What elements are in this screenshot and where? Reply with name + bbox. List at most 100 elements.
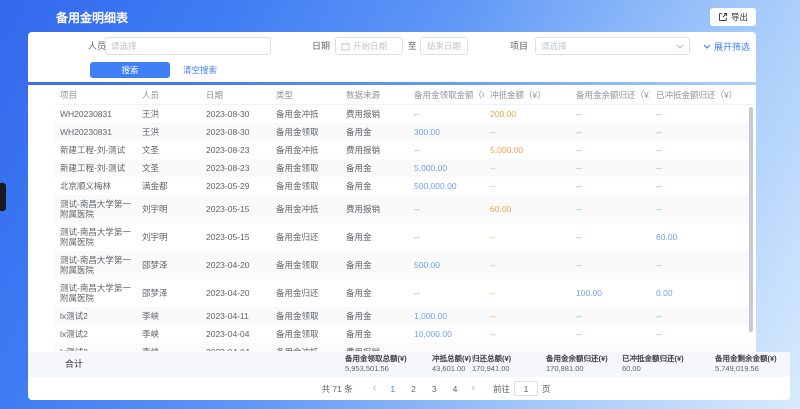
table-cell-date: 2023-08-30: [200, 105, 270, 123]
table-row[interactable]: 新建工程-刘-测试文圣2023-08-23备用金领取备用金5,000.00---…: [54, 159, 754, 177]
summary-item-label: 备用金剩余金额(¥): [715, 354, 777, 364]
summary-item-value: 43,601.00: [432, 364, 471, 374]
summary-item-label: 备用金领取总额(¥): [345, 354, 407, 364]
table-cell-project: 测试-南昌大学第一附属医院: [54, 195, 136, 223]
table-cell-offset_return: --: [650, 256, 754, 274]
summary-item-label: 冲抵总额(¥): [432, 354, 471, 364]
table-cell-offset: --: [484, 325, 570, 343]
table-cell-person: 李峡: [136, 307, 200, 325]
chevron-down-icon: [703, 44, 711, 49]
table-cell-balance_return: --: [570, 159, 650, 177]
table-row[interactable]: 测试-南昌大学第一附属医院邵梦泽2023-04-20备用金归还备用金----10…: [54, 279, 754, 307]
table-cell-offset: --: [484, 256, 570, 274]
end-date-picker[interactable]: [420, 37, 468, 55]
table-cell-type: 备用金领取: [270, 307, 340, 325]
table-row[interactable]: 测试-南昌大学第一附属医院刘宇明2023-05-15备用金归还备用金------…: [54, 223, 754, 251]
page-button-1[interactable]: 1: [390, 384, 395, 394]
column-header: 日期: [200, 86, 270, 104]
table-row[interactable]: WH20230831王洪2023-08-30备用金冲抵费用报销--200.00-…: [54, 105, 754, 123]
project-label: 项目: [510, 37, 528, 55]
table-cell-balance_return: --: [570, 256, 650, 274]
table-cell-date: 2023-05-15: [200, 228, 270, 246]
table-cell-type: 备用金冲抵: [270, 343, 340, 351]
goto-page-input[interactable]: [514, 381, 538, 396]
page-button-2[interactable]: 2: [411, 384, 416, 394]
table-cell-source: 备用金: [340, 307, 408, 325]
summary-item-value: 170,941.00: [472, 364, 511, 374]
person-select[interactable]: [105, 37, 271, 55]
table-cell-project: 测试-南昌大学第一附属医院: [54, 251, 136, 279]
table-row[interactable]: lx测试2李峡2023-04-04备用金领取备用金10,000.00------: [54, 325, 754, 343]
end-date-input[interactable]: [426, 41, 462, 51]
table-cell-source: 费用报销: [340, 343, 408, 351]
start-date-picker[interactable]: [335, 37, 403, 55]
table-cell-project: 新建工程-刘-测试: [54, 141, 136, 159]
table-row[interactable]: 测试-南昌大学第一附属医院刘宇明2023-05-15备用金冲抵费用报销--60.…: [54, 195, 754, 223]
export-button[interactable]: 导出: [710, 8, 756, 26]
table-cell-project: WH20230831: [54, 105, 136, 123]
table-cell-received: 10,000.00: [408, 325, 484, 343]
column-header: 项目: [54, 86, 136, 104]
table-cell-received: 1,000.00: [408, 307, 484, 325]
table-cell-offset_return: --: [650, 325, 754, 343]
project-select[interactable]: [535, 37, 690, 55]
table-cell-source: 备用金: [340, 159, 408, 177]
date-label: 日期: [312, 37, 330, 55]
table-row[interactable]: 测试-南昌大学第一附属医院邵梦泽2023-04-20备用金领取备用金500.00…: [54, 251, 754, 279]
chevron-down-icon: [676, 44, 684, 49]
table-row[interactable]: 北京顺义梅林满金都2023-05-29备用金领取备用金500,000.00---…: [54, 177, 754, 195]
table-cell-source: 备用金: [340, 123, 408, 141]
column-header: 类型: [270, 86, 340, 104]
table-row[interactable]: WH20230831王洪2023-08-30备用金领取备用金300.00----…: [54, 123, 754, 141]
table-cell-balance_return: --: [570, 177, 650, 195]
table-cell-balance_return: --: [570, 105, 650, 123]
table-cell-offset: --: [484, 228, 570, 246]
summary-item: 备用金剩余金额(¥)5,749,019.56: [715, 354, 777, 374]
export-label: 导出: [731, 11, 748, 23]
person-input[interactable]: [111, 41, 265, 51]
table-cell-received: --: [408, 228, 484, 246]
table-cell-offset_return: --: [650, 159, 754, 177]
table-cell-type: 备用金归还: [270, 228, 340, 246]
vertical-scrollbar[interactable]: [749, 107, 753, 332]
goto-page-label: 前往: [493, 383, 510, 395]
table-cell-type: 备用金领取: [270, 177, 340, 195]
table-cell-date: 2023-04-20: [200, 284, 270, 302]
clear-search-link[interactable]: 清空搜索: [183, 62, 217, 78]
table-row[interactable]: lx测试2李峡2023-04-11备用金领取备用金1,000.00------: [54, 307, 754, 325]
summary-row: 合计 备用金领取总额(¥)5,953,501.56冲抵总额(¥)43,601.0…: [28, 352, 790, 377]
project-select-input[interactable]: [541, 41, 673, 51]
page-button-4[interactable]: 4: [453, 384, 458, 394]
column-header: 备用金余额归还（¥）: [570, 86, 650, 104]
table-cell-received: --: [408, 141, 484, 159]
table-cell-date: 2023-04-11: [200, 307, 270, 325]
table-row[interactable]: lx测试2李峡2023-04-04备用金冲抵费用报销--------: [54, 343, 754, 351]
table-cell-person: 文圣: [136, 159, 200, 177]
goto-page-suffix: 页: [542, 383, 551, 395]
side-drawer-handle[interactable]: [0, 183, 6, 211]
summary-item: 备用金余额归还(¥)170,881.00: [546, 354, 608, 374]
table-cell-offset: --: [484, 284, 570, 302]
table-cell-balance_return: --: [570, 325, 650, 343]
start-date-input[interactable]: [353, 41, 397, 51]
expand-filters-link[interactable]: 展开筛选: [703, 37, 750, 55]
search-button[interactable]: 搜索: [90, 62, 170, 78]
table-cell-type: 备用金领取: [270, 325, 340, 343]
page-button-3[interactable]: 3: [432, 384, 437, 394]
person-label: 人员: [88, 37, 106, 55]
table-cell-offset_return: --: [650, 141, 754, 159]
next-page-button[interactable]: ›: [471, 383, 475, 394]
calendar-icon: [341, 42, 350, 51]
summary-item: 归还总额(¥)170,941.00: [472, 354, 511, 374]
table-row[interactable]: 新建工程-刘-测试文圣2023-08-23备用金冲抵费用报销--5,000.00…: [54, 141, 754, 159]
table-cell-offset: --: [484, 343, 570, 351]
table-cell-offset_return: --: [650, 105, 754, 123]
column-header: 人员: [136, 86, 200, 104]
table-cell-person: 李峡: [136, 343, 200, 351]
column-header: 已冲抵金额归还（¥）: [650, 86, 754, 104]
previous-page-button[interactable]: ‹: [373, 383, 377, 394]
summary-item: 备用金领取总额(¥)5,953,501.56: [345, 354, 407, 374]
table-cell-received: 300.00: [408, 123, 484, 141]
table-body: WH20230831王洪2023-08-30备用金冲抵费用报销--200.00-…: [54, 105, 754, 351]
table-cell-received: --: [408, 200, 484, 218]
